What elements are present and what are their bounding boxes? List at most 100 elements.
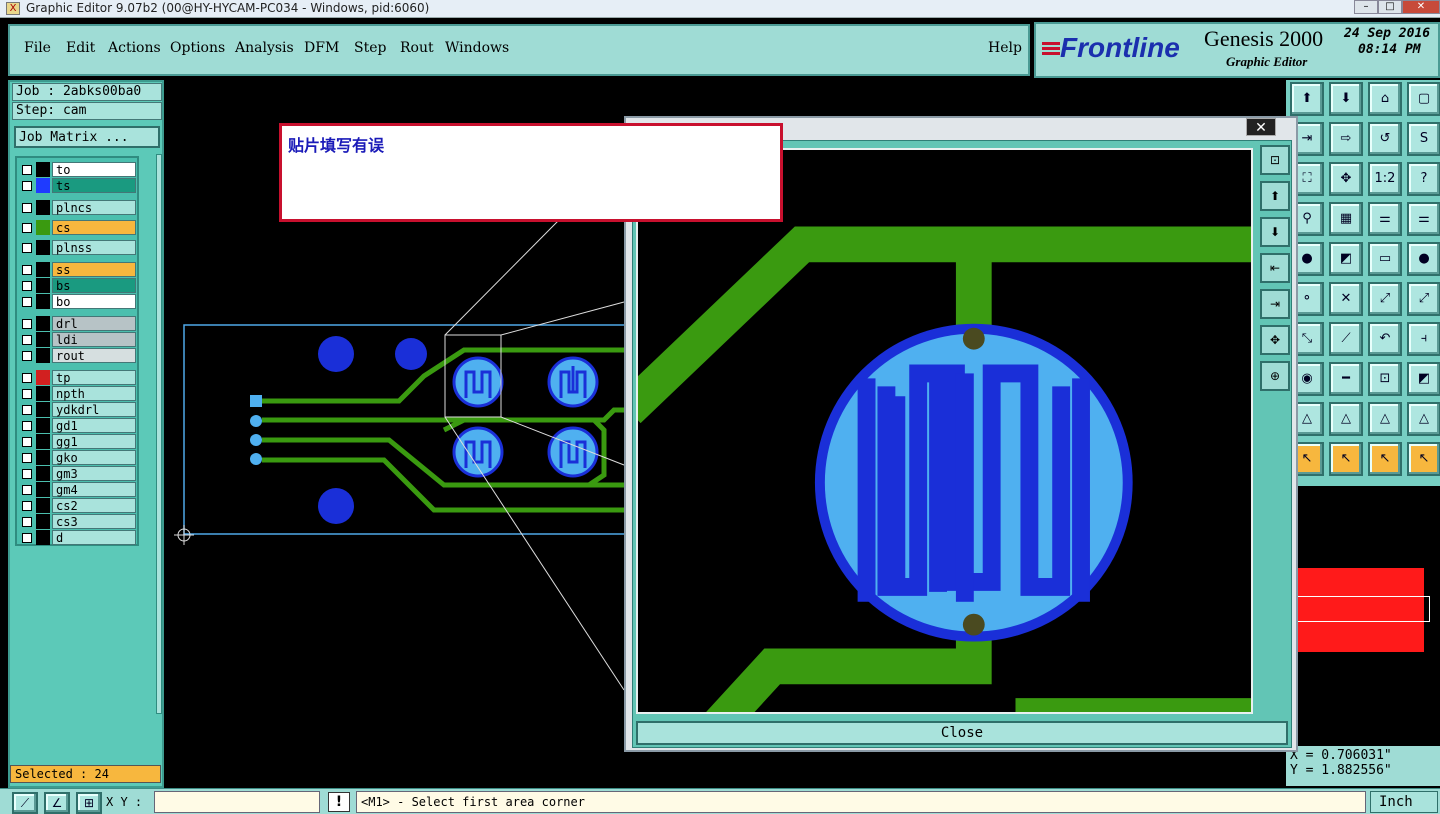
layer-row-npth[interactable]: npth	[19, 386, 137, 402]
diag-a-icon[interactable]: ⤢	[1368, 282, 1402, 316]
window-icon[interactable]: ▢	[1407, 82, 1440, 116]
layer-row-ldi[interactable]: ldi	[19, 332, 137, 348]
layer-row-tp[interactable]: tp	[19, 370, 137, 386]
layer-color-swatch[interactable]	[36, 178, 50, 193]
layer-row-bs[interactable]: bs	[19, 278, 137, 294]
layer-name[interactable]: bo	[52, 294, 136, 309]
pan-icon[interactable]: ✥	[1329, 162, 1363, 196]
menu-actions[interactable]: Actions	[108, 40, 161, 56]
layer-checkbox[interactable]	[22, 351, 32, 361]
layer-row-gko[interactable]: gko	[19, 450, 137, 466]
close-window-button[interactable]: ✕	[1402, 0, 1440, 14]
layer-name[interactable]: gg1	[52, 434, 136, 449]
layer-color-swatch[interactable]	[36, 482, 50, 497]
layer-checkbox[interactable]	[22, 319, 32, 329]
warning-icon[interactable]: !	[328, 792, 350, 812]
layer-checkbox[interactable]	[22, 501, 32, 511]
zoom-tool-expand-icon[interactable]: ✥	[1260, 325, 1290, 355]
layer-row-gd1[interactable]: gd1	[19, 418, 137, 434]
layer-checkbox[interactable]	[22, 281, 32, 291]
net-b-icon[interactable]: ⚌	[1407, 202, 1440, 236]
layer-name[interactable]: ss	[52, 262, 136, 277]
layer-color-swatch[interactable]	[36, 162, 50, 177]
layer-checkbox[interactable]	[22, 297, 32, 307]
grid-snap-icon[interactable]: ⊞	[76, 792, 102, 814]
layer-row-cs3[interactable]: cs3	[19, 514, 137, 530]
layer-row-gm3[interactable]: gm3	[19, 466, 137, 482]
menu-file[interactable]: File	[24, 40, 51, 56]
layer-name[interactable]: cs3	[52, 514, 136, 529]
layer-color-swatch[interactable]	[36, 262, 50, 277]
grid-icon[interactable]: ▦	[1329, 202, 1363, 236]
layer-checkbox[interactable]	[22, 469, 32, 479]
loop-icon[interactable]: ↺	[1368, 122, 1402, 156]
layer-color-swatch[interactable]	[36, 530, 50, 545]
layer-name[interactable]: ts	[52, 178, 136, 193]
layer-color-swatch[interactable]	[36, 466, 50, 481]
pipe-icon[interactable]: ⫞	[1407, 322, 1440, 356]
menu-options[interactable]: Options	[170, 40, 225, 56]
layer-row-cs2[interactable]: cs2	[19, 498, 137, 514]
layer-color-swatch[interactable]	[36, 220, 50, 235]
layer-name[interactable]: gd1	[52, 418, 136, 433]
layer-color-swatch[interactable]	[36, 498, 50, 513]
export-icon[interactable]: ⇨	[1329, 122, 1363, 156]
pointer-b-icon[interactable]: ↖	[1329, 442, 1363, 476]
flag-icon[interactable]: ◩	[1329, 242, 1363, 276]
zoom-tool-right-icon[interactable]: ⇥	[1260, 289, 1290, 319]
menu-dfm[interactable]: DFM	[304, 40, 339, 56]
layer-color-swatch[interactable]	[36, 294, 50, 309]
layer-color-swatch[interactable]	[36, 200, 50, 215]
layer-name[interactable]: drl	[52, 316, 136, 331]
cross-icon[interactable]: ✕	[1329, 282, 1363, 316]
help-icon[interactable]: ?	[1407, 162, 1440, 196]
layer-color-swatch[interactable]	[36, 434, 50, 449]
layer-row-bo[interactable]: bo	[19, 294, 137, 310]
zoom-tool-down-icon[interactable]: ⬇	[1260, 217, 1290, 247]
layer-checkbox[interactable]	[22, 517, 32, 527]
units-selector[interactable]: Inch	[1370, 791, 1438, 813]
menu-windows[interactable]: Windows	[445, 40, 509, 56]
layer-name[interactable]: plnss	[52, 240, 136, 255]
layer-row-gg1[interactable]: gg1	[19, 434, 137, 450]
close-button[interactable]: Close	[636, 721, 1288, 745]
xy-input[interactable]	[154, 791, 320, 813]
menu-help[interactable]: Help	[988, 40, 1022, 56]
bar-icon[interactable]: ━	[1329, 362, 1363, 396]
layer-name[interactable]: cs	[52, 220, 136, 235]
layer-color-swatch[interactable]	[36, 278, 50, 293]
layer-checkbox[interactable]	[22, 165, 32, 175]
layer-color-swatch[interactable]	[36, 386, 50, 401]
pointer-d-icon[interactable]: ↖	[1407, 442, 1440, 476]
layer-row-ydkdrl[interactable]: ydkdrl	[19, 402, 137, 418]
angle-icon[interactable]: ∠	[44, 792, 70, 814]
panel-up-icon[interactable]: ⬆	[1290, 82, 1324, 116]
layer-name[interactable]: ydkdrl	[52, 402, 136, 417]
layer-row-ts[interactable]: ts	[19, 178, 137, 194]
layer-name[interactable]: plncs	[52, 200, 136, 215]
zoom-canvas[interactable]	[636, 148, 1253, 714]
menu-edit[interactable]: Edit	[66, 40, 95, 56]
layer-name[interactable]: npth	[52, 386, 136, 401]
layer-row-d[interactable]: d	[19, 530, 137, 546]
zoom-tool-left-icon[interactable]: ⇤	[1260, 253, 1290, 283]
layer-color-swatch[interactable]	[36, 316, 50, 331]
layer-name[interactable]: d	[52, 530, 136, 545]
layer-row-drl[interactable]: drl	[19, 316, 137, 332]
layer-color-swatch[interactable]	[36, 450, 50, 465]
layer-checkbox[interactable]	[22, 335, 32, 345]
home-icon[interactable]: ⌂	[1368, 82, 1402, 116]
scale-1-2-icon[interactable]: 1:2	[1368, 162, 1402, 196]
layer-row-to[interactable]: to	[19, 162, 137, 178]
ruler-icon[interactable]: ▭	[1368, 242, 1402, 276]
menu-rout[interactable]: Rout	[400, 40, 434, 56]
layer-name[interactable]: to	[52, 162, 136, 177]
menu-step[interactable]: Step	[354, 40, 386, 56]
layer-checkbox[interactable]	[22, 223, 32, 233]
layer-checkbox[interactable]	[22, 265, 32, 275]
layer-name[interactable]: gko	[52, 450, 136, 465]
measure-icon[interactable]: ⟋	[12, 792, 38, 814]
dot-icon[interactable]: ●	[1407, 242, 1440, 276]
layer-row-ss[interactable]: ss	[19, 262, 137, 278]
minimize-button[interactable]: –	[1354, 0, 1378, 14]
